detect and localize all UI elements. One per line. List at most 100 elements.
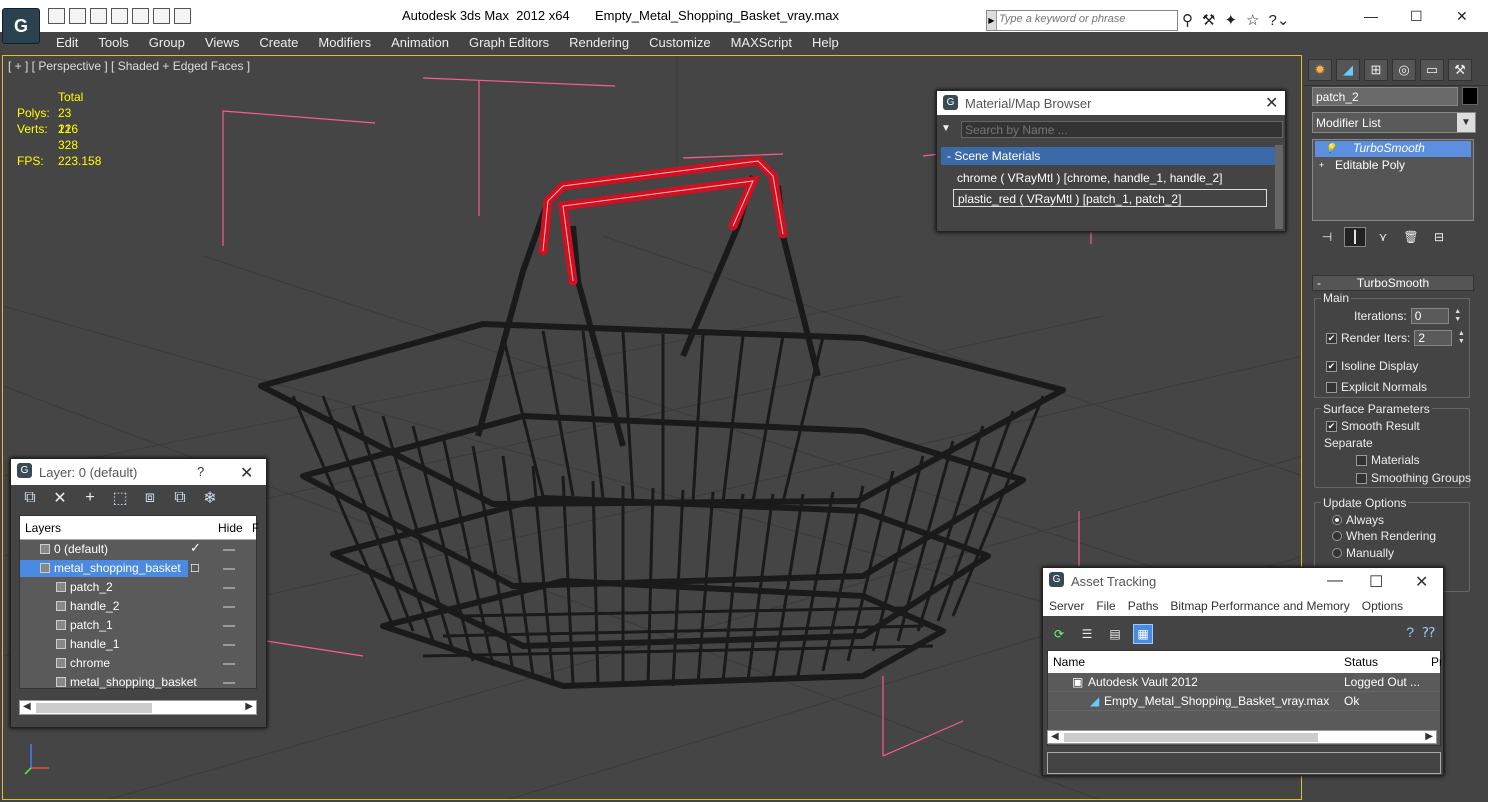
chevron-left-icon[interactable]: ◀: [23, 701, 31, 712]
maximize-icon[interactable]: ☐: [1410, 8, 1423, 25]
infocenter-search[interactable]: ▶: [986, 10, 1178, 31]
maximize-icon[interactable]: ☐: [1369, 572, 1383, 592]
material-search-input[interactable]: [961, 121, 1283, 138]
current-layer-checkmark-icon[interactable]: ✓: [190, 540, 201, 556]
save-file-icon[interactable]: [90, 8, 107, 24]
options-triangle-icon[interactable]: ▼: [941, 123, 951, 134]
iterations-spinner[interactable]: 0: [1410, 308, 1449, 324]
explicit-normals-checkbox[interactable]: [1326, 381, 1337, 393]
remove-modifier-icon[interactable]: 🗑: [1400, 227, 1422, 247]
hide-toggle[interactable]: [223, 663, 235, 665]
menu-views[interactable]: Views: [195, 32, 249, 55]
viewport-label[interactable]: [ + ] [ Perspective ] [ Shaded + Edged F…: [8, 59, 250, 73]
scene-materials-category[interactable]: - Scene Materials: [941, 147, 1275, 165]
hierarchy-tab-icon[interactable]: ⊞: [1364, 59, 1388, 81]
menu-maxscript[interactable]: MAXScript: [721, 32, 802, 55]
materials-checkbox[interactable]: [1356, 454, 1367, 466]
when-rendering-radio[interactable]: [1332, 531, 1342, 541]
layer-object-row[interactable]: handle_2: [20, 597, 256, 616]
col-status[interactable]: Status: [1344, 655, 1378, 669]
menu-server[interactable]: Server: [1043, 594, 1090, 616]
configure-sets-icon[interactable]: ⊟: [1428, 227, 1450, 247]
help-icon[interactable]: ?: [1406, 624, 1414, 641]
freeze-all-icon[interactable]: ❄: [201, 489, 219, 507]
spinner-arrows-icon[interactable]: ▲ ▼: [1453, 308, 1463, 324]
always-radio[interactable]: [1332, 515, 1342, 525]
smooth-result-checkbox[interactable]: ✔: [1326, 420, 1337, 432]
highlight-layer-icon[interactable]: ⧈: [141, 489, 159, 507]
refresh-icon[interactable]: ⟳: [1049, 624, 1069, 644]
lightbulb-icon[interactable]: 💡: [1325, 143, 1336, 153]
menu-rendering[interactable]: Rendering: [559, 32, 639, 55]
hide-toggle[interactable]: [223, 682, 235, 684]
asset-row-vault[interactable]: ▣ Autodesk Vault 2012 Logged Out ...: [1048, 673, 1440, 692]
menu-create[interactable]: Create: [249, 32, 308, 55]
close-icon[interactable]: ✕: [1456, 8, 1468, 25]
hide-toggle[interactable]: [223, 644, 235, 646]
menu-modifiers[interactable]: Modifiers: [308, 32, 381, 55]
chevron-right-icon[interactable]: ▶: [245, 701, 253, 712]
minimize-icon[interactable]: —: [1364, 8, 1378, 24]
menu-file[interactable]: File: [1090, 594, 1121, 616]
layer-object-row[interactable]: chrome: [20, 654, 256, 673]
hide-toggle[interactable]: [223, 625, 235, 627]
col-freeze[interactable]: F: [252, 521, 259, 535]
create-layer-icon[interactable]: ⧉: [21, 489, 39, 507]
layer-object-row[interactable]: metal_shopping_basket: [20, 673, 256, 692]
display-tab-icon[interactable]: ▭: [1420, 59, 1444, 81]
menu-options[interactable]: Options: [1356, 594, 1409, 616]
close-icon[interactable]: ✕: [1415, 572, 1428, 592]
tools-icon[interactable]: ⚒: [1202, 11, 1215, 29]
open-file-icon[interactable]: [69, 8, 86, 24]
menu-graph-editors[interactable]: Graph Editors: [459, 32, 559, 55]
render-iters-spinner[interactable]: 2: [1414, 330, 1453, 346]
motion-tab-icon[interactable]: ◎: [1392, 59, 1416, 81]
search-input[interactable]: [999, 13, 1169, 25]
object-name-field[interactable]: patch_2: [1312, 87, 1458, 106]
create-tab-icon[interactable]: ✹: [1308, 59, 1332, 81]
menu-animation[interactable]: Animation: [381, 32, 459, 55]
make-unique-icon[interactable]: ⋎: [1372, 227, 1394, 247]
turbosmooth-rollout-header[interactable]: - TurboSmooth: [1312, 275, 1474, 291]
asset-row-maxfile[interactable]: ◢ Empty_Metal_Shopping_Basket_vray.max O…: [1048, 692, 1440, 711]
context-help-icon[interactable]: ⁇: [1422, 624, 1435, 641]
modifier-list-dropdown[interactable]: Modifier List ▼: [1312, 112, 1476, 133]
chevron-down-icon[interactable]: [174, 8, 191, 24]
layer-row[interactable]: metal_shopping_basket ☐: [20, 559, 256, 578]
scrollbar-thumb[interactable]: [36, 703, 152, 713]
layer-object-row[interactable]: patch_1: [20, 616, 256, 635]
col-hide[interactable]: Hide: [218, 521, 243, 535]
smoothing-groups-checkbox[interactable]: [1356, 472, 1367, 484]
menu-tools[interactable]: Tools: [88, 32, 138, 55]
pin-stack-icon[interactable]: ⊣: [1316, 227, 1338, 247]
isoline-checkbox[interactable]: ✔: [1326, 360, 1337, 372]
spinner-arrows-icon[interactable]: ▲ ▼: [1456, 330, 1466, 346]
star-search-icon[interactable]: ✦: [1224, 11, 1237, 29]
stack-item-turbosmooth[interactable]: 💡 TurboSmooth: [1315, 141, 1471, 157]
list-view-icon[interactable]: ☰: [1077, 624, 1097, 644]
current-layer-box-icon[interactable]: ☐: [190, 562, 200, 575]
hide-toggle[interactable]: [223, 606, 235, 608]
help-icon[interactable]: ?: [197, 464, 204, 479]
hide-all-icon[interactable]: ⧉: [171, 489, 189, 507]
utilities-tab-icon[interactable]: ⚒: [1448, 59, 1472, 81]
chevron-left-icon[interactable]: ◀: [1051, 731, 1059, 742]
col-layers[interactable]: Layers: [25, 521, 61, 535]
layer-manager-titlebar[interactable]: G Layer: 0 (default) ? ✕: [11, 459, 266, 485]
menu-help[interactable]: Help: [802, 32, 849, 55]
layer-object-row[interactable]: handle_1: [20, 635, 256, 654]
layer-object-row[interactable]: patch_2: [20, 578, 256, 597]
material-browser-titlebar[interactable]: G Material/Map Browser ✕: [937, 91, 1285, 115]
scrollbar-thumb[interactable]: [1064, 733, 1318, 742]
material-item-chrome[interactable]: chrome ( VRayMtl ) [chrome, handle_1, ha…: [953, 169, 1267, 187]
chevron-right-icon[interactable]: ▶: [987, 11, 997, 30]
modify-tab-icon[interactable]: ◢: [1336, 59, 1360, 81]
new-file-icon[interactable]: [48, 8, 65, 24]
menu-paths[interactable]: Paths: [1122, 594, 1165, 616]
object-color-swatch[interactable]: [1462, 87, 1478, 105]
layer-horizontal-scrollbar[interactable]: ◀ ▶: [19, 700, 257, 715]
menu-group[interactable]: Group: [139, 32, 195, 55]
col-name[interactable]: Name: [1053, 655, 1085, 669]
add-to-layer-icon[interactable]: +: [81, 489, 99, 507]
render-iters-checkbox[interactable]: ✔: [1326, 332, 1337, 344]
